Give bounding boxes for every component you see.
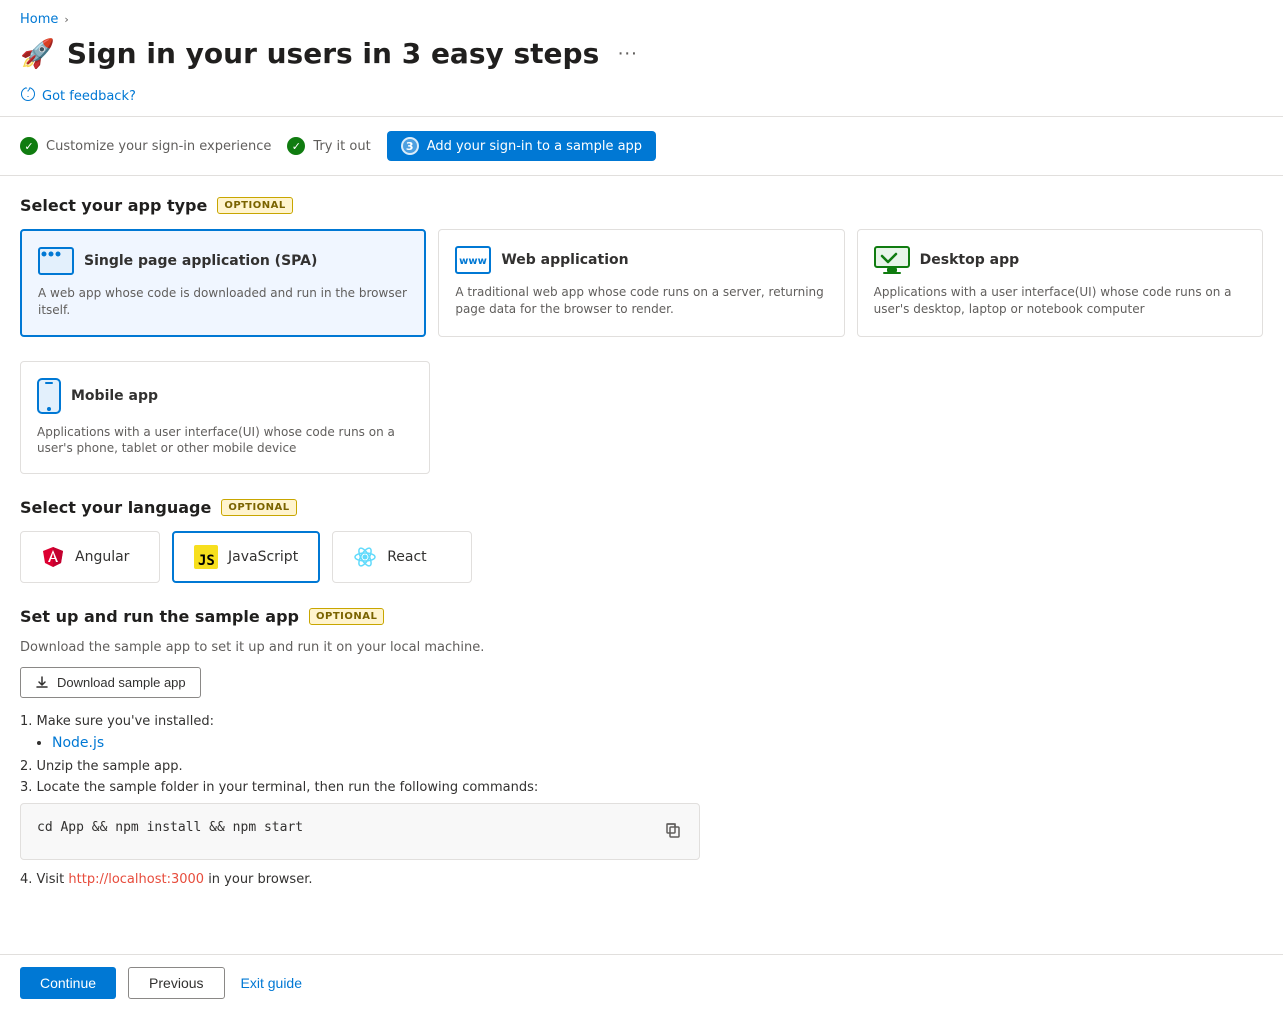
- lang-card-react[interactable]: React: [332, 531, 472, 583]
- react-icon: [353, 545, 377, 569]
- lang-card-angular[interactable]: Angular: [20, 531, 160, 583]
- step-3[interactable]: 3 Add your sign-in to a sample app: [387, 131, 656, 161]
- main-content: Select your app type OPTIONAL Single pag…: [0, 176, 1283, 991]
- web-card-desc: A traditional web app whose code runs on…: [455, 284, 827, 318]
- code-content: cd App && npm install && npm start: [37, 820, 303, 835]
- web-card-header: www Web application: [455, 246, 827, 274]
- language-section-header: Select your language OPTIONAL: [20, 498, 1263, 517]
- svg-text:JS: JS: [198, 553, 215, 569]
- web-icon: www: [455, 246, 491, 274]
- app-type-title: Select your app type: [20, 196, 207, 215]
- mobile-card-title: Mobile app: [71, 388, 158, 404]
- breadcrumb: Home ›: [0, 0, 1283, 33]
- spa-icon: [38, 247, 74, 275]
- step-1-check: ✓: [20, 137, 38, 155]
- app-type-optional-badge: OPTIONAL: [217, 197, 292, 214]
- app-type-grid: Single page application (SPA) A web app …: [20, 229, 1263, 337]
- language-grid: Angular JS JavaScript React: [20, 531, 1263, 583]
- continue-button[interactable]: Continue: [20, 967, 116, 999]
- lang-card-javascript[interactable]: JS JavaScript: [172, 531, 320, 583]
- desktop-card-desc: Applications with a user interface(UI) w…: [874, 284, 1246, 318]
- footer-bar: Continue Previous Exit guide: [0, 954, 1283, 1011]
- step-4-text: 4. Visit http://localhost:3000 in your b…: [20, 872, 1263, 887]
- download-icon: [35, 676, 49, 690]
- feedback-label[interactable]: Got feedback?: [42, 89, 136, 104]
- step-3-number: 3: [401, 137, 419, 155]
- page-title: Sign in your users in 3 easy steps: [67, 37, 599, 70]
- app-type-card-desktop[interactable]: Desktop app Applications with a user int…: [857, 229, 1263, 337]
- feedback-icon: [20, 86, 36, 106]
- setup-optional-badge: OPTIONAL: [309, 608, 384, 625]
- localhost-link[interactable]: http://localhost:3000: [68, 872, 204, 887]
- feedback-bar[interactable]: Got feedback?: [0, 80, 1283, 117]
- javascript-label: JavaScript: [228, 549, 298, 565]
- language-title: Select your language: [20, 498, 211, 517]
- javascript-icon: JS: [194, 545, 218, 569]
- copy-code-button[interactable]: [663, 820, 683, 843]
- setup-section: Set up and run the sample app OPTIONAL D…: [20, 607, 1263, 887]
- step-1-label: Customize your sign-in experience: [46, 139, 271, 154]
- copy-icon: [665, 822, 681, 838]
- download-sample-app-button[interactable]: Download sample app: [20, 667, 201, 698]
- steps-bar: ✓ Customize your sign-in experience ✓ Tr…: [0, 117, 1283, 176]
- breadcrumb-home[interactable]: Home: [20, 12, 58, 27]
- download-btn-label: Download sample app: [57, 675, 186, 690]
- desktop-card-header: Desktop app: [874, 246, 1246, 274]
- spa-card-header: Single page application (SPA): [38, 247, 408, 275]
- app-type-card-mobile[interactable]: Mobile app Applications with a user inte…: [20, 361, 430, 475]
- step-2-text: 2. Unzip the sample app.: [20, 759, 1263, 774]
- language-optional-badge: OPTIONAL: [221, 499, 296, 516]
- desktop-card-title: Desktop app: [920, 252, 1019, 268]
- app-type-card-web[interactable]: www Web application A traditional web ap…: [438, 229, 844, 337]
- web-card-title: Web application: [501, 252, 628, 268]
- spa-card-desc: A web app whose code is downloaded and r…: [38, 285, 408, 319]
- nodejs-link[interactable]: Node.js: [52, 735, 104, 751]
- mobile-card-header: Mobile app: [37, 378, 413, 414]
- instructions: 1. Make sure you've installed: Node.js 2…: [20, 714, 1263, 887]
- step-3-text: 3. Locate the sample folder in your term…: [20, 780, 1263, 795]
- exit-guide-button[interactable]: Exit guide: [237, 967, 306, 999]
- step-1[interactable]: ✓ Customize your sign-in experience: [20, 131, 287, 161]
- more-options-button[interactable]: ···: [611, 40, 643, 67]
- step-2-label: Try it out: [313, 139, 370, 154]
- code-block: cd App && npm install && npm start: [20, 803, 700, 860]
- rocket-icon: 🚀: [20, 37, 55, 70]
- app-type-card-spa[interactable]: Single page application (SPA) A web app …: [20, 229, 426, 337]
- mobile-icon: [37, 378, 61, 414]
- svg-text:www: www: [459, 256, 487, 267]
- setup-section-header: Set up and run the sample app OPTIONAL: [20, 607, 1263, 626]
- setup-desc: Download the sample app to set it up and…: [20, 640, 1263, 655]
- breadcrumb-separator: ›: [64, 13, 68, 26]
- angular-icon: [41, 545, 65, 569]
- step-2[interactable]: ✓ Try it out: [287, 131, 386, 161]
- previous-button[interactable]: Previous: [128, 967, 224, 999]
- page-header: 🚀 Sign in your users in 3 easy steps ···: [0, 33, 1283, 80]
- spa-card-title: Single page application (SPA): [84, 253, 317, 269]
- desktop-icon: [874, 246, 910, 274]
- step-2-check: ✓: [287, 137, 305, 155]
- step-1-text: 1. Make sure you've installed:: [20, 714, 1263, 729]
- nodejs-item: Node.js: [52, 735, 1263, 751]
- step-3-label: Add your sign-in to a sample app: [427, 139, 642, 154]
- react-label: React: [387, 549, 426, 565]
- mobile-card-desc: Applications with a user interface(UI) w…: [37, 424, 413, 458]
- angular-label: Angular: [75, 549, 129, 565]
- setup-title: Set up and run the sample app: [20, 607, 299, 626]
- nodejs-list: Node.js: [20, 735, 1263, 751]
- app-type-section-header: Select your app type OPTIONAL: [20, 196, 1263, 215]
